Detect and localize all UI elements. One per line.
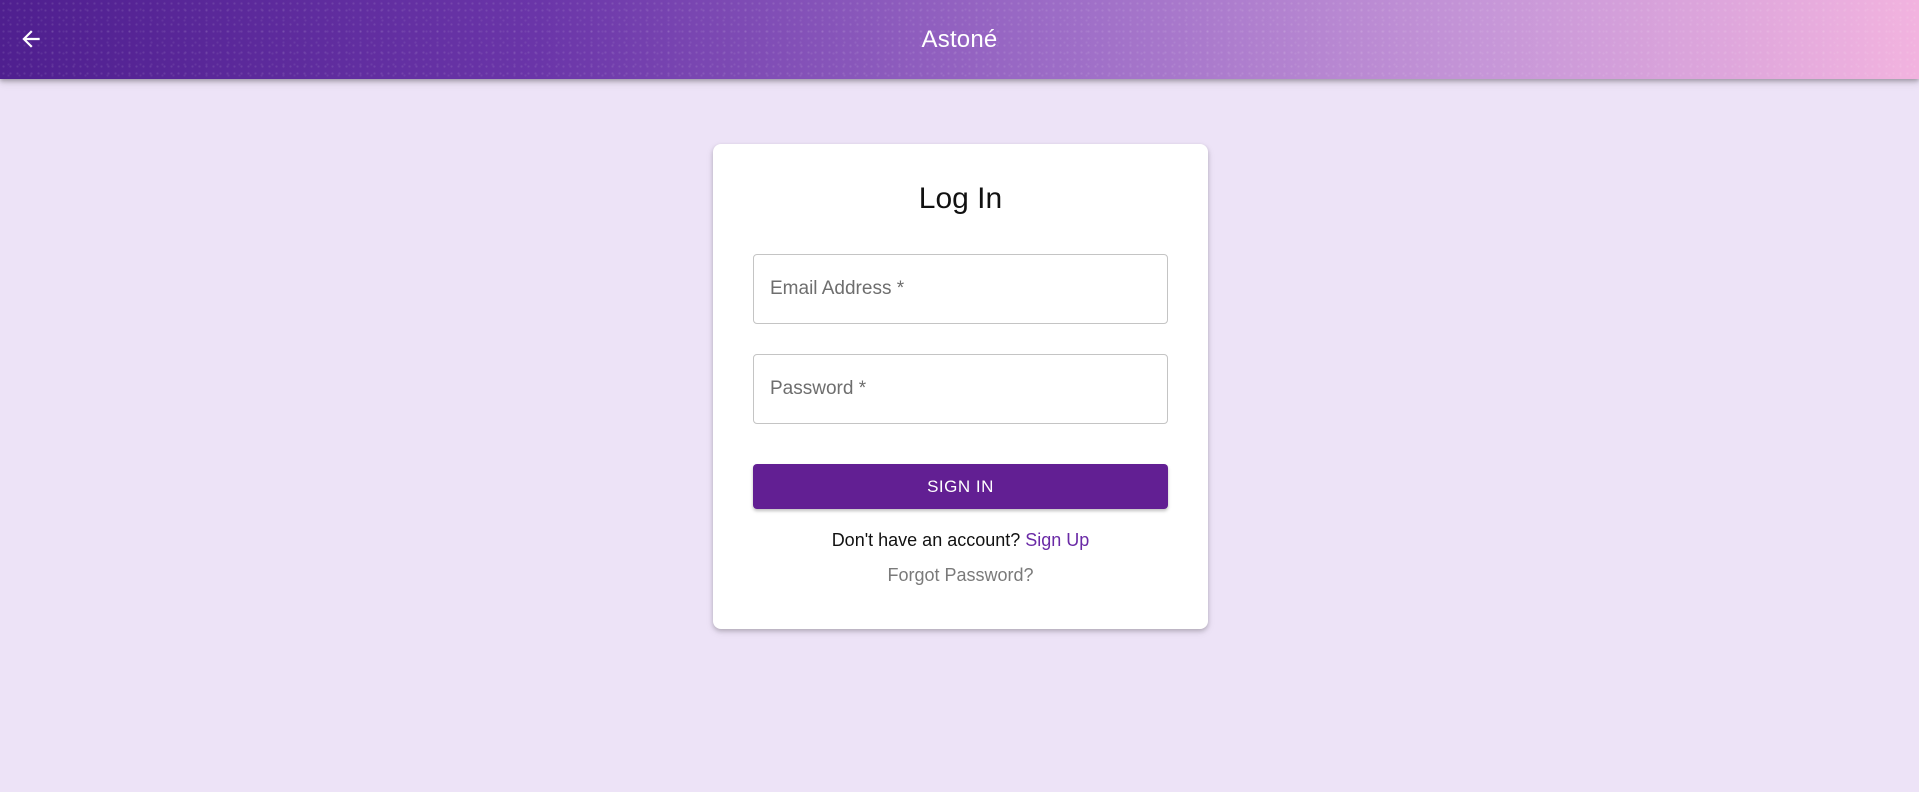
forgot-password-link[interactable]: Forgot Password? (713, 565, 1208, 586)
app-title: Astoné (921, 25, 998, 53)
login-card: Log In SIGN IN Don't have an account? Si… (713, 144, 1208, 629)
email-field[interactable] (753, 254, 1168, 324)
arrow-left-icon (22, 30, 40, 48)
login-title: Log In (918, 182, 1003, 215)
sign-up-link[interactable]: Sign Up (1025, 530, 1089, 550)
signup-prompt: Don't have an account? Sign Up (713, 530, 1208, 551)
email-input[interactable] (754, 255, 1167, 323)
sign-in-button[interactable]: SIGN IN (753, 464, 1168, 509)
no-account-text: Don't have an account? (831, 530, 1026, 550)
app-bar: Astoné (0, 0, 1919, 79)
password-field[interactable] (753, 354, 1168, 424)
password-input[interactable] (754, 355, 1167, 423)
back-button[interactable] (12, 20, 50, 58)
